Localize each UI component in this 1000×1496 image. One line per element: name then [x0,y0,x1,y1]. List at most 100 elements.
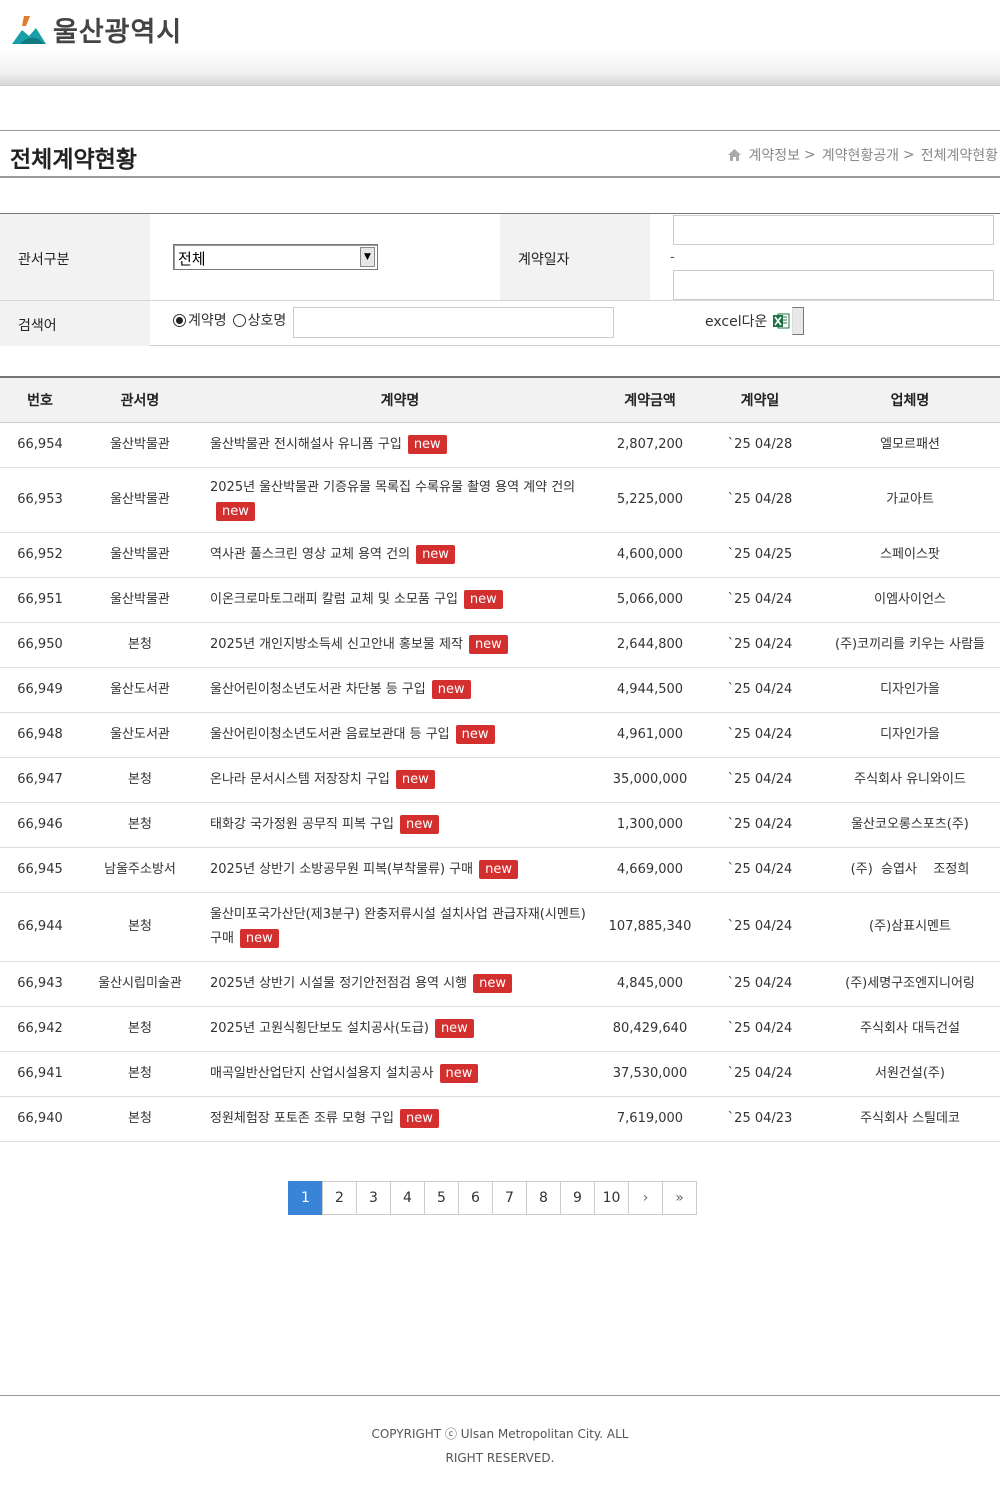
new-badge: new [416,544,455,564]
cell-contract-name[interactable]: 정원체험장 포토존 조류 모형 구입 new [200,1096,600,1142]
table-row[interactable]: 66,949 울산도서관 울산어린이청소년도서관 차단봉 등 구입 new 4,944,… [0,667,1000,713]
cell-company: 가교아트 [820,467,1000,533]
contract-name-link[interactable]: 2025년 울산박물관 기증유물 목록집 수록유물 촬영 용역 계약 건의 [210,480,575,495]
new-badge: new [434,1018,474,1038]
cell-contract-name[interactable]: 이온크로마토그래피 칼럼 교체 및 소모품 구입 new [200,577,600,623]
table-row[interactable]: 66,953 울산박물관 2025년 울산박물관 기증유물 목록집 수록유물 촬영 … [0,467,1000,533]
cell-number: 66,940 [0,1096,80,1142]
date-start-input[interactable] [673,215,994,245]
page-4-button[interactable]: 4 [390,1181,425,1215]
date-label: 계약일자 [518,252,570,268]
table-row[interactable]: 66,947 본청 온나라 문서시스템 저장장치 구입 new 35,000,000 `2… [0,757,1000,803]
header-date: 계약일 [740,392,780,409]
cell-contract-name[interactable]: 울산어린이청소년도서관 차단봉 등 구입 new [200,667,600,713]
page-5-button[interactable]: 5 [424,1181,459,1215]
search-row-2: 검색어 계약명 상호명 excel다운 [0,301,1000,346]
cell-contract-name[interactable]: 2025년 고원식횡단보도 설치공사(도급) new [200,1006,600,1052]
table-row[interactable]: 66,952 울산박물관 역사관 풀스크린 영상 교체 용역 건의 new 4,600,… [0,532,1000,578]
cell-amount: 35,000,000 [600,757,700,803]
contract-name-link[interactable]: 2025년 개인지방소득세 신고안내 홍보물 제작 [210,637,463,652]
excel-download-label[interactable]: excel다운 [705,311,767,331]
contract-name-link[interactable]: 2025년 상반기 시설물 정기안전점검 용역 시행 [210,976,467,991]
keyword-input[interactable] [293,307,614,338]
header-amount: 계약금액 [624,392,676,409]
page-2-button[interactable]: 2 [322,1181,357,1215]
cell-contract-name[interactable]: 매곡일반산업단지 산업시설용지 설치공사 new [200,1051,600,1097]
cell-dept: 본청 [80,1006,200,1052]
cell-contract-name[interactable]: 울산미포국가산단(제3분구) 완충저류시설 설치사업 관급자재(시멘트) 구매 n… [200,892,600,962]
new-badge: new [479,859,518,879]
breadcrumb-item-contract-info[interactable]: 계약정보 [748,145,800,165]
contract-name-link[interactable]: 2025년 고원식횡단보도 설치공사(도급) [210,1021,429,1036]
cell-contract-name[interactable]: 울산박물관 전시해설사 유니폼 구입 new [200,422,600,468]
cell-date: `25 04/24 [700,712,820,758]
table-row[interactable]: 66,948 울산도서관 울산어린이청소년도서관 음료보관대 등 구입 new 4,96… [0,712,1000,758]
table-row[interactable]: 66,942 본청 2025년 고원식횡단보도 설치공사(도급) new 80,429,… [0,1006,1000,1052]
contract-name-link[interactable]: 2025년 상반기 소방공무원 피복(부착물류) 구매 [210,862,473,877]
cell-contract-name[interactable]: 2025년 상반기 시설물 정기안전점검 용역 시행 new [200,961,600,1007]
cell-date: `25 04/23 [700,1096,820,1142]
page-10-button[interactable]: 10 [594,1181,629,1215]
breadcrumb-item-all-contracts[interactable]: 전체계약현황 [921,145,998,165]
contract-name-link[interactable]: 정원체험장 포토존 조류 모형 구입 [210,1111,394,1126]
page-1-button[interactable]: 1 [288,1181,323,1215]
page-9-button[interactable]: 9 [560,1181,595,1215]
table-row[interactable]: 66,940 본청 정원체험장 포토존 조류 모형 구입 new 7,619,000 `2… [0,1096,1000,1142]
cell-contract-name[interactable]: 2025년 상반기 소방공무원 피복(부착물류) 구매 new [200,847,600,893]
radio-company-name-label[interactable]: 상호명 [248,310,287,330]
table-row[interactable]: 66,941 본청 매곡일반산업단지 산업시설용지 설치공사 new 37,530,00… [0,1051,1000,1097]
contract-name-link[interactable]: 매곡일반산업단지 산업시설용지 설치공사 [210,1066,434,1081]
radio-contract-name-label[interactable]: 계약명 [188,310,227,330]
keyword-label: 검색어 [18,318,57,334]
date-end-input[interactable] [673,270,994,300]
cell-contract-name[interactable]: 온나라 문서시스템 저장장치 구입 new [200,757,600,803]
radio-contract-name[interactable] [173,313,186,327]
table-row[interactable]: 66,946 본청 태화강 국가정원 공무직 피복 구입 new 1,300,000 `2… [0,802,1000,848]
chevron-down-icon[interactable]: ▼ [360,247,375,267]
excel-icon[interactable] [772,312,790,330]
cell-contract-name[interactable]: 태화강 국가정원 공무직 피복 구입 new [200,802,600,848]
page-3-button[interactable]: 3 [356,1181,391,1215]
cell-number: 66,943 [0,961,80,1007]
contract-name-link[interactable]: 울산박물관 전시해설사 유니폼 구입 [210,437,402,452]
breadcrumb-separator: > [902,147,915,163]
table-row[interactable]: 66,954 울산박물관 울산박물관 전시해설사 유니폼 구입 new 2,807,20… [0,422,1000,468]
date-separator: - [670,250,675,265]
cell-contract-name[interactable]: 2025년 울산박물관 기증유물 목록집 수록유물 촬영 용역 계약 건의 new [200,467,600,533]
cell-dept: 울산시립미술관 [80,961,200,1007]
home-icon[interactable] [727,148,742,162]
contract-name-link[interactable]: 온나라 문서시스템 저장장치 구입 [210,772,390,787]
new-badge: new [407,434,447,454]
cell-date: `25 04/24 [700,577,820,623]
last-page-icon[interactable]: » [662,1181,697,1215]
cell-company: 주식회사 유니와이드 [820,757,1000,803]
next-page-icon[interactable]: › [628,1181,663,1215]
dept-select[interactable]: 전체 ▼ [173,244,378,270]
table-row[interactable]: 66,951 울산박물관 이온크로마토그래피 칼럼 교체 및 소모품 구입 new 5,… [0,577,1000,623]
new-badge: new [431,679,471,699]
contract-name-link[interactable]: 울산어린이청소년도서관 음료보관대 등 구입 [210,727,450,742]
page-7-button[interactable]: 7 [492,1181,527,1215]
radio-company-name[interactable] [232,313,246,327]
cell-amount: 7,619,000 [600,1096,700,1142]
table-row[interactable]: 66,945 남울주소방서 2025년 상반기 소방공무원 피복(부착물류) 구매 n… [0,847,1000,893]
contract-name-link[interactable]: 이온크로마토그래피 칼럼 교체 및 소모품 구입 [210,592,458,607]
cell-contract-name[interactable]: 울산어린이청소년도서관 음료보관대 등 구입 new [200,712,600,758]
breadcrumb-item-contract-public[interactable]: 계약현황공개 [822,145,899,165]
contract-name-link[interactable]: 울산어린이청소년도서관 차단봉 등 구입 [210,682,426,697]
table-row[interactable]: 66,944 본청 울산미포국가산단(제3분구) 완충저류시설 설치사업 관급자재(… [0,892,1000,962]
cell-date: `25 04/24 [700,667,820,713]
page-8-button[interactable]: 8 [526,1181,561,1215]
contract-name-link[interactable]: 역사관 풀스크린 영상 교체 용역 건의 [210,547,410,562]
contract-name-link[interactable]: 태화강 국가정원 공무직 피복 구입 [210,817,394,832]
cell-number: 66,951 [0,577,80,623]
cell-amount: 5,066,000 [600,577,700,623]
cell-contract-name[interactable]: 2025년 개인지방소득세 신고안내 홍보물 제작 new [200,622,600,668]
table-row[interactable]: 66,950 본청 2025년 개인지방소득세 신고안내 홍보물 제작 new 2,64… [0,622,1000,668]
excel-download-button[interactable] [792,307,805,335]
excel-download[interactable]: excel다운 [705,307,805,335]
table-row[interactable]: 66,943 울산시립미술관 2025년 상반기 시설물 정기안전점검 용역 시행 n… [0,961,1000,1007]
ulsan-logo[interactable]: 울산광역시 [10,10,182,49]
cell-contract-name[interactable]: 역사관 풀스크린 영상 교체 용역 건의 new [200,532,600,578]
page-6-button[interactable]: 6 [458,1181,493,1215]
